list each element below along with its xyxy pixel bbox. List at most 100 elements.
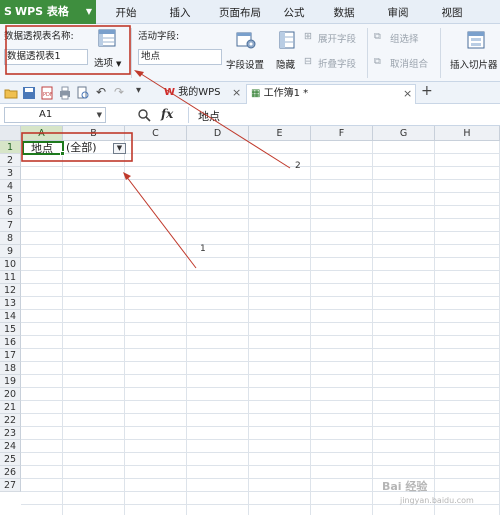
column-header-f[interactable]: F <box>311 126 373 141</box>
group-selection-icon: ⧉ <box>374 31 381 42</box>
redo-icon[interactable]: ↷ <box>114 85 128 99</box>
row-header-11[interactable]: 11 <box>0 271 21 284</box>
app-menu-button[interactable]: S WPS 表格 ▼ <box>0 0 96 24</box>
close-icon[interactable]: × <box>232 84 241 102</box>
ungroup-button[interactable]: 取消组合 <box>390 56 428 70</box>
row-header-1[interactable]: 1 <box>0 141 21 154</box>
row-header-16[interactable]: 16 <box>0 336 21 349</box>
open-folder-icon[interactable] <box>4 86 18 100</box>
hide-icon <box>279 31 295 49</box>
tab-home[interactable]: 开始 <box>104 0 148 24</box>
row-header-24[interactable]: 24 <box>0 440 21 453</box>
column-header-c[interactable]: C <box>125 126 187 141</box>
save-icon[interactable] <box>22 86 36 100</box>
filter-dropdown-button[interactable]: ▼ <box>113 143 126 154</box>
tab-insert[interactable]: 插入 <box>158 0 202 24</box>
row-header-23[interactable]: 23 <box>0 427 21 440</box>
active-field-input[interactable]: 地点 <box>138 49 222 65</box>
column-header-g[interactable]: G <box>373 126 435 141</box>
print-preview-icon[interactable] <box>76 86 90 100</box>
chevron-down-icon: ▼ <box>116 144 123 152</box>
row-header-7[interactable]: 7 <box>0 219 21 232</box>
row-header-10[interactable]: 10 <box>0 258 21 271</box>
annotation-label-2: 2 <box>295 161 301 171</box>
tab-formulas[interactable]: 公式 <box>272 0 316 24</box>
row-header-15[interactable]: 15 <box>0 323 21 336</box>
zoom-icon[interactable] <box>137 108 151 122</box>
column-header-d[interactable]: D <box>187 126 249 141</box>
tab-page-layout[interactable]: 页面布局 <box>210 0 270 24</box>
function-icon[interactable]: fx <box>161 107 173 121</box>
cell-a1-text: 地点 <box>31 142 53 155</box>
watermark-logo: Bai 经验 <box>382 480 428 493</box>
column-header-h[interactable]: H <box>435 126 500 141</box>
wps-logo-icon: S <box>4 5 12 18</box>
expand-field-button[interactable]: 展开字段 <box>318 31 356 45</box>
row-header-19[interactable]: 19 <box>0 375 21 388</box>
hide-button[interactable]: 隐藏 <box>276 57 295 71</box>
tab-my-wps[interactable]: W 我的WPS × <box>160 84 241 104</box>
tab-my-wps-label: 我的WPS <box>178 87 221 98</box>
ribbon: 数据透视表名称: 数据透视表1 选项 ▼ 活动字段: 地点 字段设置 隐藏 ⊞ … <box>0 24 500 82</box>
tab-review[interactable]: 审阅 <box>376 0 420 24</box>
insert-slicer-button[interactable]: 插入切片器 <box>450 57 498 71</box>
export-pdf-icon[interactable]: PDF <box>40 86 54 100</box>
options-label: 选项 <box>94 58 114 69</box>
row-header-12[interactable]: 12 <box>0 284 21 297</box>
tab-view[interactable]: 视图 <box>430 0 474 24</box>
options-button[interactable]: 选项 ▼ <box>94 55 121 69</box>
column-header-e[interactable]: E <box>249 126 311 141</box>
row-header-18[interactable]: 18 <box>0 362 21 375</box>
row-header-20[interactable]: 20 <box>0 388 21 401</box>
name-box-value: A1 <box>39 109 53 120</box>
row-header-25[interactable]: 25 <box>0 453 21 466</box>
row-header-4[interactable]: 4 <box>0 180 21 193</box>
row-header-14[interactable]: 14 <box>0 310 21 323</box>
row-header-13[interactable]: 13 <box>0 297 21 310</box>
grid-lines <box>21 141 500 515</box>
customize-toolbar-icon[interactable]: ▾ <box>136 85 150 99</box>
name-box[interactable]: A1 ▼ <box>4 107 106 123</box>
row-header-17[interactable]: 17 <box>0 349 21 362</box>
group-selection-button[interactable]: 组选择 <box>390 31 419 45</box>
spreadsheet-file-icon: ▦ <box>251 88 261 99</box>
cell-a1[interactable]: 地点 <box>22 141 65 156</box>
wps-logo-icon: W <box>164 87 176 98</box>
close-icon[interactable]: × <box>403 85 412 103</box>
tab-data[interactable]: 数据 <box>322 0 366 24</box>
row-header-21[interactable]: 21 <box>0 401 21 414</box>
expand-field-icon: ⊞ <box>304 31 312 42</box>
field-settings-icon <box>236 32 256 49</box>
row-header-5[interactable]: 5 <box>0 193 21 206</box>
collapse-field-button[interactable]: 折叠字段 <box>318 56 356 70</box>
row-header-2[interactable]: 2 <box>0 154 21 167</box>
app-title: WPS 表格 <box>14 5 69 18</box>
row-header-22[interactable]: 22 <box>0 414 21 427</box>
select-all-corner[interactable] <box>0 126 21 141</box>
spreadsheet-grid[interactable]: ABCDEFGH 1 2 3 4 5 6 7 8 9 10 11 12 13 14 15 16 17 18 19 20… <box>0 126 500 515</box>
tab-workbook[interactable]: ▦ 工作簿1 * × <box>246 84 416 104</box>
row-header-26[interactable]: 26 <box>0 466 21 479</box>
row-header-8[interactable]: 8 <box>0 232 21 245</box>
ribbon-divider <box>131 28 132 78</box>
formula-bar: A1 ▼ fx 地点 <box>0 104 500 126</box>
row-header-3[interactable]: 3 <box>0 167 21 180</box>
column-header-a[interactable]: A <box>21 126 63 141</box>
chevron-down-icon: ▼ <box>116 60 122 68</box>
chevron-down-icon[interactable]: ▼ <box>97 108 102 122</box>
watermark-url: jingyan.baidu.com <box>400 496 474 505</box>
menu-bar: S WPS 表格 ▼ 开始 插入 页面布局 公式 数据 审阅 视图 <box>0 0 500 24</box>
row-header-27[interactable]: 27 <box>0 479 21 492</box>
row-header-9[interactable]: 9 <box>0 245 21 258</box>
chevron-down-icon: ▼ <box>85 7 92 16</box>
formula-input[interactable]: 地点 <box>198 108 220 124</box>
column-header-b[interactable]: B <box>63 126 125 141</box>
new-tab-icon[interactable]: + <box>421 83 433 99</box>
formula-divider <box>188 107 189 123</box>
field-settings-button[interactable]: 字段设置 <box>226 57 264 71</box>
ribbon-divider <box>440 28 441 78</box>
print-icon[interactable] <box>58 86 72 100</box>
row-header-6[interactable]: 6 <box>0 206 21 219</box>
undo-icon[interactable]: ↶ <box>96 85 110 99</box>
pivot-name-field[interactable]: 数据透视表1 <box>4 49 88 65</box>
